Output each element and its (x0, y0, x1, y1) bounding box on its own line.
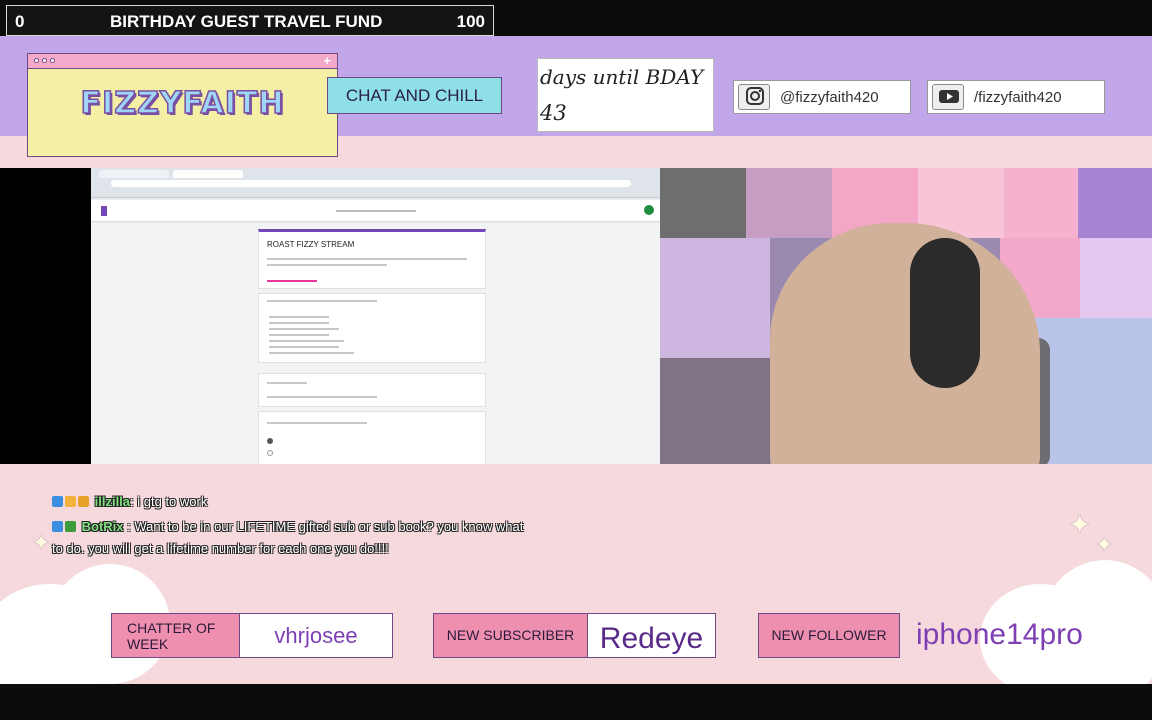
youtube-handle: /fizzyfaith420 (927, 80, 1105, 114)
headphones (910, 238, 980, 388)
chat-username: illzilla (94, 494, 131, 509)
badge-icon (52, 496, 63, 507)
screen-capture: ROAST FIZZY STREAM (91, 168, 661, 488)
youtube-handle-text: /fizzyfaith420 (974, 89, 1062, 106)
instagram-icon (738, 84, 770, 110)
new-subscriber-label: NEW SUBSCRIBER (433, 613, 588, 658)
chat-message: BotRix : Want to be in our LIFETIME gift… (52, 519, 523, 534)
bottom-bar (0, 684, 1152, 720)
badge-icon (65, 521, 76, 532)
chatter-of-week-value: vhrjosee (239, 613, 393, 658)
logo-window-titlebar: + (28, 53, 337, 69)
youtube-icon (932, 84, 964, 110)
badge-icon (65, 496, 76, 507)
instagram-handle-text: @fizzyfaith420 (780, 89, 879, 106)
form-header-card: ROAST FIZZY STREAM (258, 229, 486, 289)
chatter-of-week-label: CHATTER OF WEEK (111, 613, 240, 658)
chat-message-continuation: to do. you will get a lifetime number fo… (52, 541, 389, 556)
browser-chrome (91, 168, 661, 198)
fund-title: BIRTHDAY GUEST TRAVEL FUND (110, 12, 383, 31)
countdown-value: 43 (540, 101, 567, 125)
instagram-handle: @fizzyfaith420 (733, 80, 911, 114)
chat-text: i gtg to work (137, 494, 208, 509)
chat-separator: : (123, 519, 135, 534)
travel-fund-goal-bar: 0 BIRTHDAY GUEST TRAVEL FUND 100 (6, 5, 494, 36)
sparkle-icon: ✦ (1068, 509, 1092, 540)
form-editor: ROAST FIZZY STREAM (91, 223, 661, 473)
new-subscriber-value: Redeye (587, 613, 716, 658)
sparkle-icon: ✦ (32, 530, 51, 555)
chat-message: illzilla: i gtg to work (52, 494, 207, 509)
badge-icon (78, 496, 89, 507)
window-dot-icon (34, 58, 39, 63)
window-dot-icon (42, 58, 47, 63)
badge-icon (52, 521, 63, 532)
webcam-feed (660, 168, 1152, 464)
countdown-label: days until BDAY (540, 65, 704, 89)
top-bar: 0 BIRTHDAY GUEST TRAVEL FUND 100 (0, 0, 1152, 36)
fund-goal-value: 100 (456, 12, 485, 31)
fund-current-value: 0 (15, 12, 25, 31)
window-dot-icon (50, 58, 55, 63)
forms-toolbar (91, 200, 661, 222)
new-follower-value: iphone14pro (916, 618, 1083, 651)
chat-text: Want to be in our LIFETIME gifted sub or… (134, 519, 524, 534)
sparkle-icon: ✦ (1095, 532, 1114, 557)
channel-logo: FIZZYFAITH (80, 85, 285, 122)
birthday-countdown: days until BDAY 43 (537, 58, 714, 132)
browser-url-bar (111, 180, 631, 187)
new-follower-label: NEW FOLLOWER (758, 613, 900, 658)
form-question-card (258, 293, 486, 363)
form-title: ROAST FIZZY STREAM (267, 240, 355, 249)
logo-window: + FIZZYFAITH (27, 53, 338, 157)
chat-username: BotRix (81, 519, 124, 534)
stream-title-badge: CHAT AND CHILL (327, 77, 502, 114)
plus-icon: + (323, 53, 331, 68)
form-question-card (258, 373, 486, 407)
